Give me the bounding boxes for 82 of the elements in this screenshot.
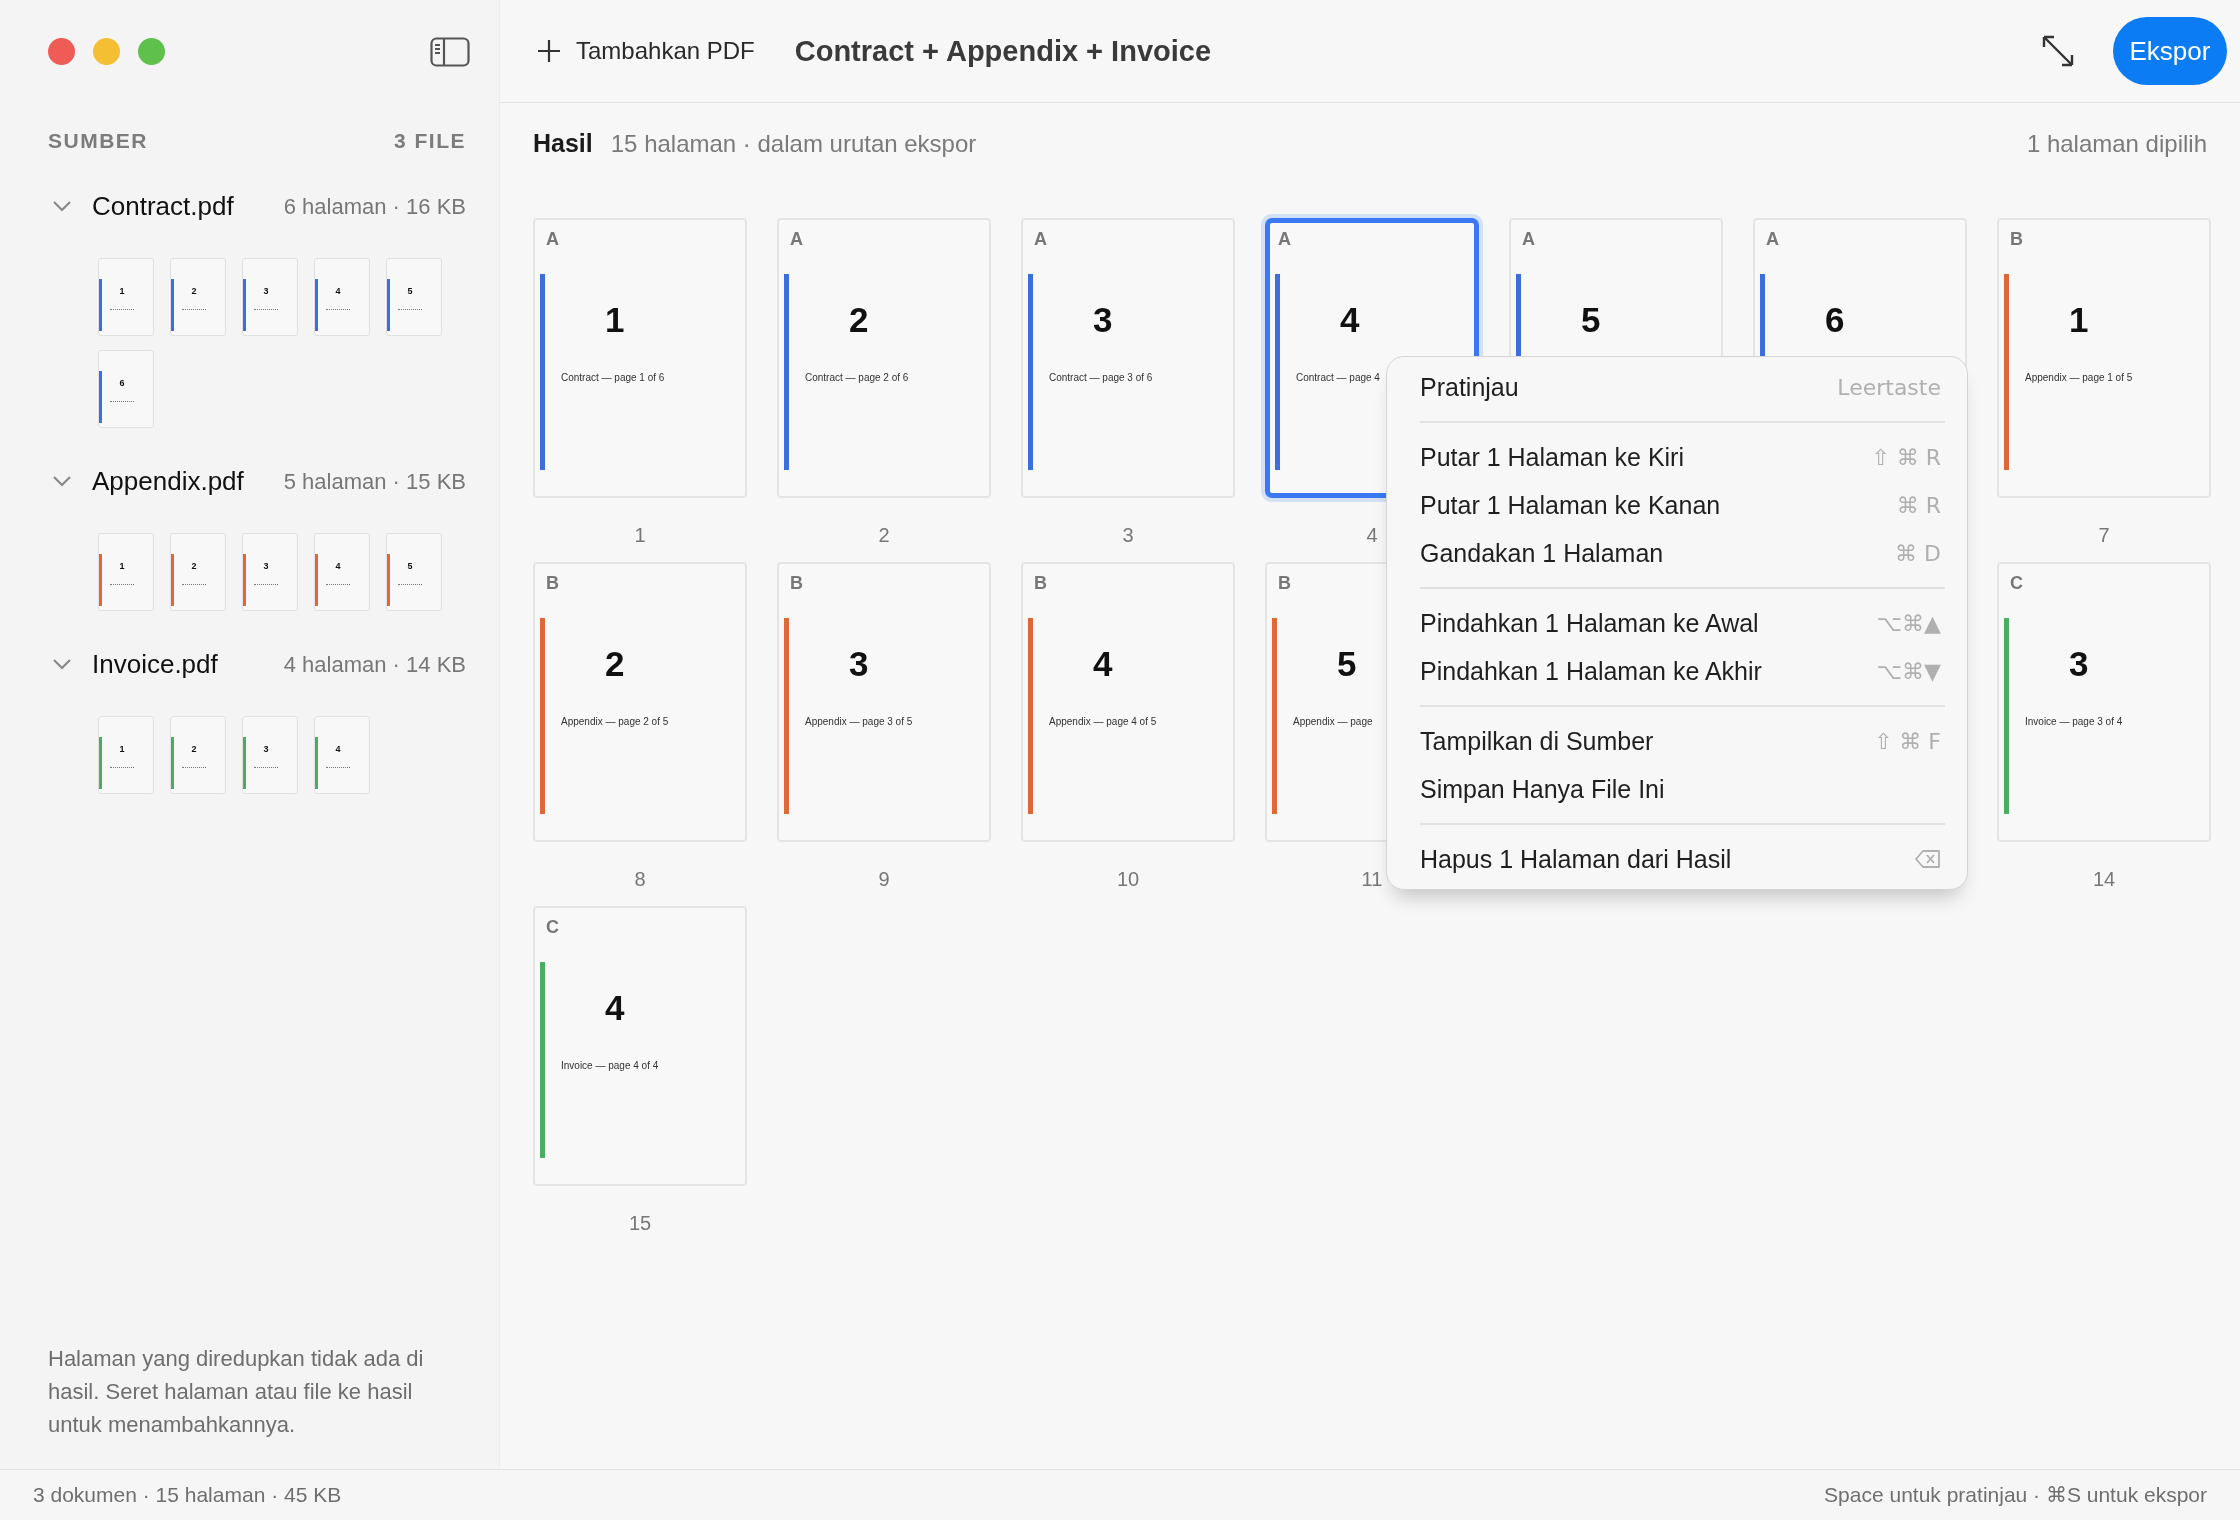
- page-caption: Appendix — page 1 of 5: [2025, 372, 2133, 383]
- source-letter: B: [1278, 573, 1291, 594]
- shortcut-text: ⌥⌘▲: [1876, 610, 1941, 636]
- status-text: 3 dokumen · 15 halaman · 45 KB: [33, 1483, 342, 1507]
- source-letter: A: [790, 229, 803, 250]
- page-index: 14: [2092, 868, 2116, 891]
- source-letter: A: [1278, 229, 1291, 250]
- page-number: 3: [263, 561, 269, 571]
- page-caption: Invoice — page 4 of 4: [561, 1060, 659, 1071]
- shortcut-text: Leertaste: [1837, 374, 1941, 400]
- file-meta: 5 halaman · 15 KB: [283, 468, 466, 495]
- shortcut-text: ⌘ R: [1896, 492, 1941, 518]
- file-meta: 4 halaman · 14 KB: [283, 651, 466, 678]
- page-caption: Appendix — page: [1293, 716, 1373, 727]
- source-letter: B: [790, 573, 803, 594]
- file-meta: 6 halaman · 16 KB: [283, 193, 466, 220]
- page-index: 11: [1361, 868, 1383, 891]
- page-index: 15: [628, 1212, 652, 1235]
- page-caption: Contract — page 1 of 6: [561, 372, 665, 383]
- section-heading: Hasil: [533, 129, 593, 158]
- page-number: 4: [335, 286, 341, 296]
- page-number: 5: [407, 561, 413, 571]
- source-letter: A: [1034, 229, 1047, 250]
- page-number: 1: [2069, 300, 2089, 340]
- page-number: 4: [335, 561, 341, 571]
- source-letter: A: [1766, 229, 1779, 250]
- window-title: Contract + Appendix + Invoice: [794, 34, 1212, 68]
- page-caption: Appendix — page 3 of 5: [805, 716, 913, 727]
- page-index: 3: [1122, 524, 1134, 547]
- page-number: 4: [1340, 300, 1360, 340]
- shortcut-hint: Space untuk pratinjau · ⌘S untuk ekspor: [1824, 1483, 2207, 1507]
- source-letter: C: [546, 917, 559, 938]
- selection-count: 1 halaman dipilih: [2026, 130, 2207, 158]
- page-number: 3: [849, 644, 869, 684]
- page-number: 2: [849, 300, 869, 340]
- source-letter: C: [2010, 573, 2023, 594]
- page-index: 4: [1366, 524, 1378, 547]
- shortcut-text: ⌘ D: [1895, 540, 1941, 566]
- page-number: 5: [1337, 644, 1357, 684]
- page-caption: Appendix — page 4 of 5: [1049, 716, 1157, 727]
- page-number: 6: [1825, 300, 1845, 340]
- page-index: 1: [634, 524, 646, 547]
- page-number: 4: [335, 744, 341, 754]
- page-index: 9: [878, 868, 890, 891]
- page-number: 3: [263, 744, 269, 754]
- page-number: 1: [119, 561, 125, 571]
- page-number: 4: [1093, 644, 1113, 684]
- page-number: 2: [191, 744, 197, 754]
- page-caption: Contract — page 4: [1296, 372, 1380, 383]
- page-caption: Contract — page 2 of 6: [805, 372, 909, 383]
- page-index: 2: [878, 524, 890, 547]
- page-caption: Invoice — page 3 of 4: [2025, 716, 2123, 727]
- page-caption: Appendix — page 2 of 5: [561, 716, 669, 727]
- source-letter: A: [546, 229, 559, 250]
- section-heading: SUMBER: [48, 129, 148, 153]
- page-number: 1: [119, 744, 125, 754]
- page-number: 3: [2069, 644, 2089, 684]
- file-count: 3 FILE: [394, 129, 466, 153]
- page-number: 1: [605, 300, 625, 340]
- shortcut-text: ⇧ ⌘ F: [1873, 728, 1941, 754]
- result-summary: 15 halaman · dalam urutan ekspor: [610, 130, 977, 158]
- page-index: 7: [2098, 524, 2110, 547]
- shortcut-text: ⇧ ⌘ R: [1871, 444, 1941, 470]
- page-number: 5: [407, 286, 413, 296]
- page-caption: Contract — page 3 of 6: [1049, 372, 1153, 383]
- shortcut-text: ⌥⌘▼: [1876, 658, 1941, 684]
- page-number: 6: [119, 378, 125, 388]
- source-letter: B: [2010, 229, 2023, 250]
- source-letter: B: [1034, 573, 1047, 594]
- page-number: 2: [191, 286, 197, 296]
- page-index: 10: [1116, 868, 1140, 891]
- page-number: 3: [263, 286, 269, 296]
- page-number: 2: [191, 561, 197, 571]
- source-letter: B: [546, 573, 559, 594]
- page-number: 5: [1581, 300, 1601, 340]
- page-number: 4: [605, 988, 625, 1028]
- page-number: 2: [605, 644, 625, 684]
- source-letter: A: [1522, 229, 1535, 250]
- page-number: 1: [119, 286, 125, 296]
- page-index: 8: [634, 868, 646, 891]
- help-text: Halaman yang diredupkan tidak ada di hasil. Seret halaman atau file ke hasil untuk menambahkannya.: [48, 1345, 425, 1439]
- page-number: 3: [1093, 300, 1113, 340]
